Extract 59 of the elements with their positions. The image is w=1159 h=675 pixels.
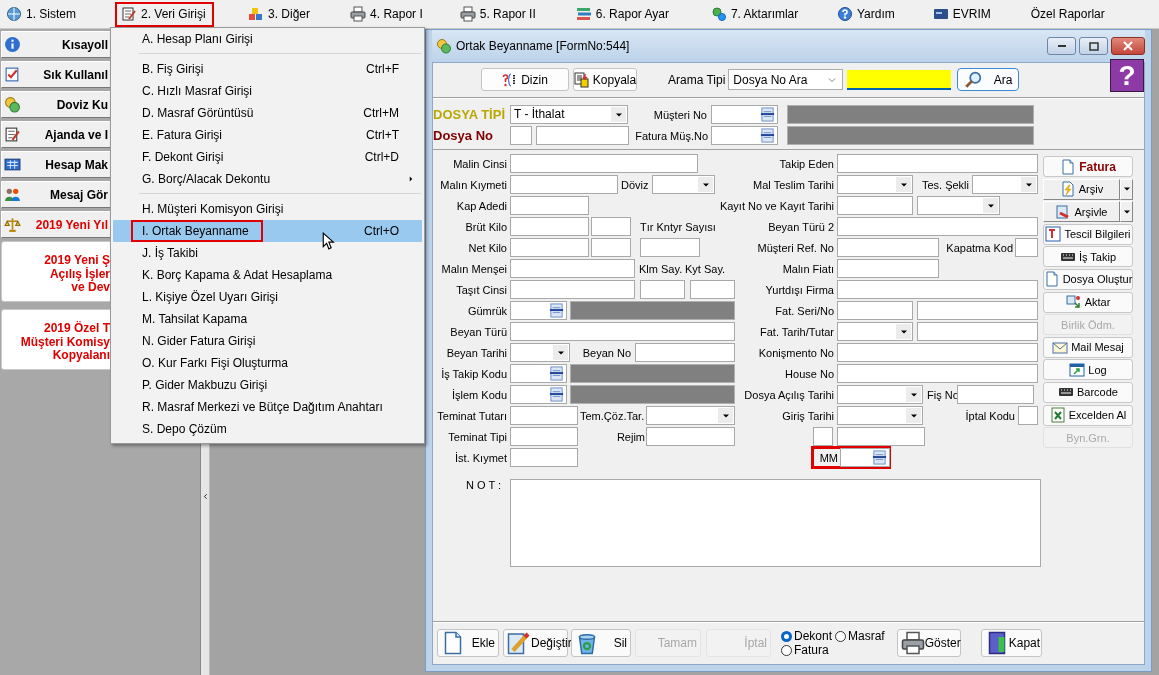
field-label: İptal Kodu [964,409,1015,422]
item-label: J. İş Takibi [141,245,199,262]
radio-label: Masraf [848,629,885,643]
field-label: Dosya Açılış Tarihi [743,388,834,401]
field-label: Net Kilo [467,241,507,254]
field-label: Taşıt Cinsi [455,283,507,296]
field-label: Malın Menşei [440,262,507,275]
field-label: Beyan No [581,346,631,359]
radio-label: Fatura [794,643,829,657]
field-label: Tes. Şekli [920,178,969,191]
field-label: Beyan Türü [449,325,507,338]
note-label: N O T : [466,479,503,493]
item-label: P. Gider Makbuzu Girişi [141,377,269,394]
field-label: Beyan Türü 2 [767,220,834,233]
field-label: Malin Cinsi [452,157,507,170]
field-label: Takip Eden [778,157,834,170]
field-label: Teminat Tipi [447,430,507,443]
radio-label: Dekont [794,629,833,643]
field-label: Brüt Kilo [464,220,507,233]
field-label: Döviz [621,178,650,191]
field-label: Kyt Say. [685,262,727,275]
field-label: MM [818,451,838,464]
field-label: Beyan Tarihi [445,346,507,359]
item-label: I. Ortak Beyanname [131,220,263,242]
field-label: Tem.Çöz.Tar. [580,409,645,422]
shortcut-label: Ctrl+F [366,62,399,76]
field-label: İst. Kıymet [454,451,507,464]
field-label: Fatura Müş.No [634,129,708,142]
field-label: Malın Kıymeti [439,178,507,191]
field-label: Rejim [615,430,645,443]
item-label: R. Masraf Merkezi ve Bütçe Dağıtım Anahtarı [141,399,384,416]
field-label: Malın Fiatı [781,262,834,275]
field-label: Müşteri Ref. No [756,241,834,254]
field-label: İşlem Kodu [450,388,507,401]
field-label: Teminat Tutarı [436,409,507,422]
field-label: DOSYA TİPİ [433,107,506,122]
field-label: Fat. Seri/No [774,304,834,317]
field-label: İş Takip Kodu [440,367,507,380]
item-label: S. Depo Çözüm [141,421,228,438]
shortcut-label: Ctrl+O [364,224,399,238]
shortcut-label: Ctrl+M [363,106,399,120]
field-label: Yurtdışı Firma [764,283,834,296]
shortcut-label: Ctrl+D [364,150,399,164]
field-label: Konişmento No [757,346,834,359]
field-label: Giriş Tarihi [781,409,834,422]
field-label: Gümrük [466,304,507,317]
field-label: House No [784,367,834,380]
field-label: Fat. Tarih/Tutar [759,325,834,338]
search-type-label: Arama Tipi [668,72,726,87]
field-label: Kapatma Kod [945,241,1013,254]
window-title: Ortak Beyanname [FormNo:544] [456,39,630,53]
field-label: Mal Teslim Tarihi [752,178,834,191]
field-label: Müşteri No [652,108,707,121]
field-label: Klm Say. [639,262,684,275]
field-label: Dosya No [433,128,494,143]
shortcut-label: Ctrl+T [366,128,399,142]
field-label: Kap Adedi [455,199,507,212]
field-label: Kayıt No ve Kayıt Tarihi [718,199,834,212]
field-label: Tır Kntyr Sayısı [640,220,717,233]
